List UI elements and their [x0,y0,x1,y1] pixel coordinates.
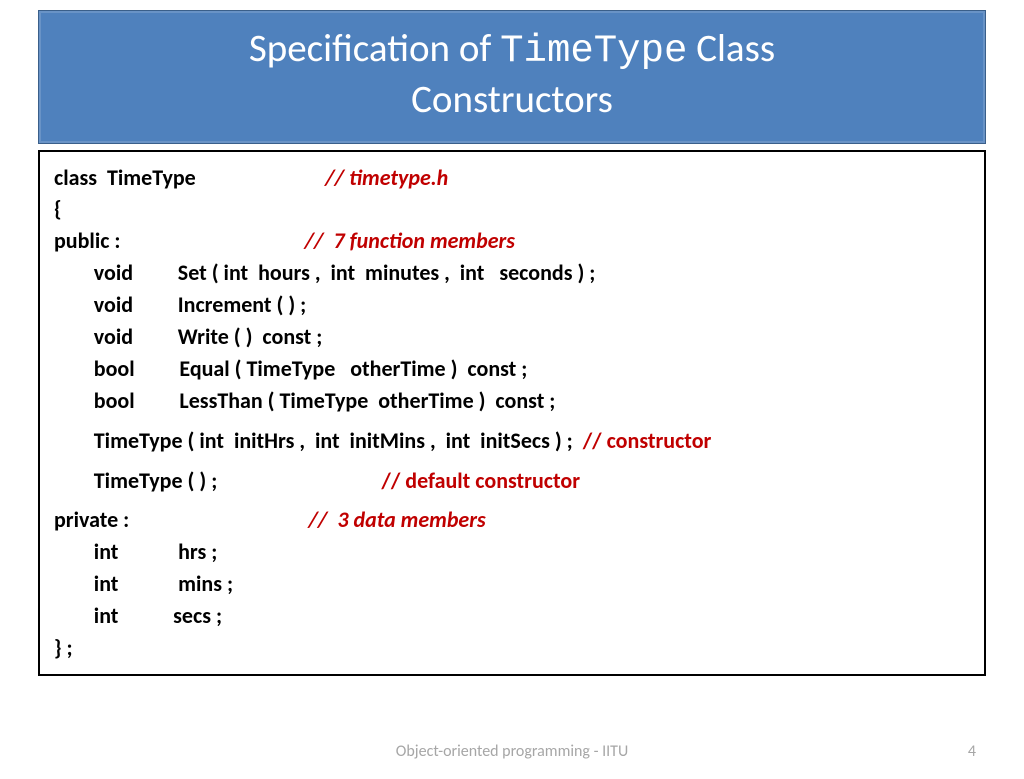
code-line: int mins ; [54,568,970,600]
code-line: void Set ( int hours , int minutes , int… [54,257,970,289]
slide-title: Specification of TimeType Class Construc… [49,25,975,125]
code-line: int secs ; [54,600,970,632]
code-line: private : // 3 data members [54,504,970,536]
code-text: public : [54,227,305,254]
code-line: int hrs ; [54,536,970,568]
code-comment: // 7 function members [305,227,515,254]
code-line: void Write ( ) const ; [54,321,970,353]
title-line2: Constructors [411,76,613,123]
spacer [54,417,970,425]
spacer [54,457,970,465]
code-comment: // constructor [583,427,712,454]
code-box: class TimeType // timetype.h { public : … [38,150,986,676]
code-line: TimeType ( int initHrs , int initMins , … [54,425,970,457]
spacer [54,496,970,504]
title-part2: Class [687,25,775,72]
code-line: class TimeType // timetype.h [54,162,970,194]
page-number: 4 [968,742,976,761]
code-text: TimeType ( int initHrs , int initMins , … [54,427,583,454]
code-comment: // default constructor [381,467,580,494]
title-part1: Specification of [249,25,500,72]
title-classname: TimeType [500,29,687,73]
code-text: private : [54,506,308,533]
code-line: public : // 7 function members [54,225,970,257]
code-text: TimeType ( ) ; [54,467,381,494]
footer-text: Object-oriented programming - IITU [0,742,1024,761]
code-line: TimeType ( ) ; // default constructor [54,465,970,497]
code-line: } ; [54,632,970,664]
slide-container: Specification of TimeType Class Construc… [0,0,1024,779]
code-line: { [54,193,970,225]
code-line: bool Equal ( TimeType otherTime ) const … [54,353,970,385]
code-line: void Increment ( ) ; [54,289,970,321]
title-bar: Specification of TimeType Class Construc… [38,10,986,144]
code-line: bool LessThan ( TimeType otherTime ) con… [54,385,970,417]
code-comment: // 3 data members [308,506,485,533]
code-comment: // timetype.h [325,164,448,191]
code-text: class TimeType [54,164,325,191]
